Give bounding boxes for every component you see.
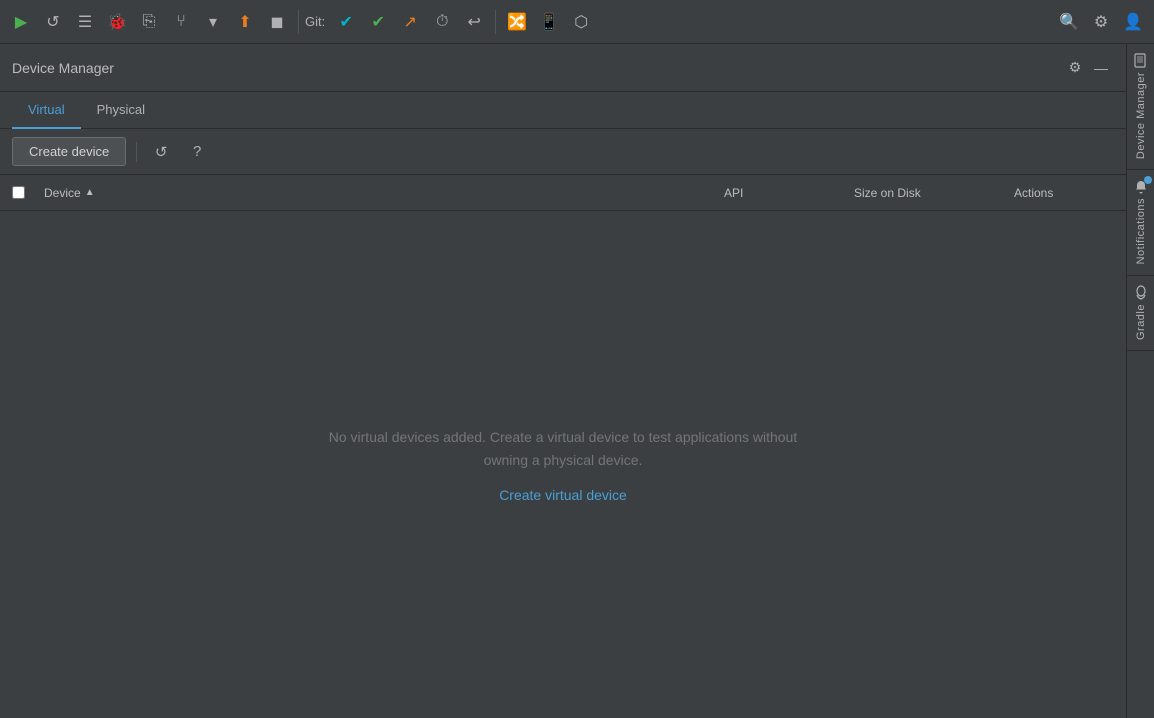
git-history[interactable]: ⏱ xyxy=(427,7,457,37)
search-button[interactable]: 🔍 xyxy=(1054,7,1084,37)
panel-minimize-button[interactable]: — xyxy=(1088,55,1114,81)
notification-dot xyxy=(1144,176,1152,184)
select-all-checkbox[interactable] xyxy=(12,186,25,199)
stop-button[interactable]: ◼ xyxy=(262,7,292,37)
tabs-bar: Virtual Physical xyxy=(0,92,1126,129)
device-manager-panel: Device Manager ⚙ — Virtual Physical Crea… xyxy=(0,44,1126,718)
sidebar-item-gradle[interactable]: Gradle xyxy=(1127,276,1154,350)
sidebar-panel-device-manager: Device Manager xyxy=(1127,44,1154,170)
panel-header: Device Manager ⚙ — xyxy=(0,44,1126,92)
col-device-label: Device xyxy=(44,186,81,200)
sidebar-panel-notifications: Notifications xyxy=(1127,170,1154,275)
deploy-button[interactable]: ⬆ xyxy=(230,7,260,37)
col-actions-label: Actions xyxy=(1014,186,1053,200)
separator-1 xyxy=(298,10,299,34)
create-virtual-device-link[interactable]: Create virtual device xyxy=(499,487,627,503)
sidebar-item-device-manager[interactable]: Device Manager xyxy=(1127,44,1154,169)
git-arrow-up[interactable]: ↗ xyxy=(395,7,425,37)
right-sidebar: Device Manager Notifications xyxy=(1126,44,1154,718)
git-merge[interactable]: 🔀 xyxy=(502,7,532,37)
col-checkbox xyxy=(0,186,36,199)
separator-2 xyxy=(495,10,496,34)
sidebar-panel-gradle: Gradle xyxy=(1127,276,1154,351)
top-toolbar: ▶ ↺ ☰ 🐞 ⎘ ⑂ ▾ ⬆ ◼ Git: ✔ ✔ ↗ ⏱ ↩ 🔀 📱 ⬡ 🔍… xyxy=(0,0,1154,44)
sidebar-item-notifications[interactable]: Notifications xyxy=(1127,170,1154,274)
gradle-sidebar-icon xyxy=(1130,282,1152,304)
col-size-label: Size on Disk xyxy=(854,186,921,200)
col-device-header[interactable]: Device ▲ xyxy=(36,186,716,200)
git-check-teal[interactable]: ✔ xyxy=(331,7,361,37)
profile-button[interactable]: 👤 xyxy=(1118,7,1148,37)
empty-message: No virtual devices added. Create a virtu… xyxy=(323,426,803,471)
tab-virtual[interactable]: Virtual xyxy=(12,92,81,129)
git-undo[interactable]: ↩ xyxy=(459,7,489,37)
git-check-green[interactable]: ✔ xyxy=(363,7,393,37)
gradle-sidebar-label: Gradle xyxy=(1135,304,1147,340)
tab-physical[interactable]: Physical xyxy=(81,92,161,129)
action-bar-separator xyxy=(136,142,137,162)
notifications-sidebar-label: Notifications xyxy=(1135,198,1147,264)
col-size-header[interactable]: Size on Disk xyxy=(846,186,1006,200)
col-api-label: API xyxy=(724,186,743,200)
run-button[interactable]: ▶ xyxy=(6,7,36,37)
panel-title: Device Manager xyxy=(12,60,1062,76)
git-label: Git: xyxy=(305,14,325,29)
branch-button[interactable]: ⑂ xyxy=(166,7,196,37)
table-header: Device ▲ API Size on Disk Actions xyxy=(0,175,1126,211)
col-actions-header: Actions xyxy=(1006,186,1126,200)
device-manager-sidebar-icon xyxy=(1130,50,1152,72)
help-button[interactable]: ? xyxy=(183,138,211,166)
list-button[interactable]: ☰ xyxy=(70,7,100,37)
settings-button[interactable]: ⚙ xyxy=(1086,7,1116,37)
debug-button[interactable]: 🐞 xyxy=(102,7,132,37)
attach-button[interactable]: ⎘ xyxy=(134,7,164,37)
device-manager-sidebar-label: Device Manager xyxy=(1135,72,1147,159)
empty-state: No virtual devices added. Create a virtu… xyxy=(0,211,1126,718)
dropdown-button[interactable]: ▾ xyxy=(198,7,228,37)
reload-button[interactable]: ↺ xyxy=(38,7,68,37)
action-bar: Create device ↺ ? xyxy=(0,129,1126,175)
create-device-button[interactable]: Create device xyxy=(12,137,126,166)
panel-gear-button[interactable]: ⚙ xyxy=(1062,55,1088,81)
git-phone[interactable]: 📱 xyxy=(534,7,564,37)
git-cube[interactable]: ⬡ xyxy=(566,7,596,37)
refresh-button[interactable]: ↺ xyxy=(147,138,175,166)
sort-arrow-icon: ▲ xyxy=(85,187,95,198)
notifications-sidebar-icon xyxy=(1130,176,1152,198)
col-api-header[interactable]: API xyxy=(716,186,846,200)
main-area: Device Manager ⚙ — Virtual Physical Crea… xyxy=(0,44,1154,718)
